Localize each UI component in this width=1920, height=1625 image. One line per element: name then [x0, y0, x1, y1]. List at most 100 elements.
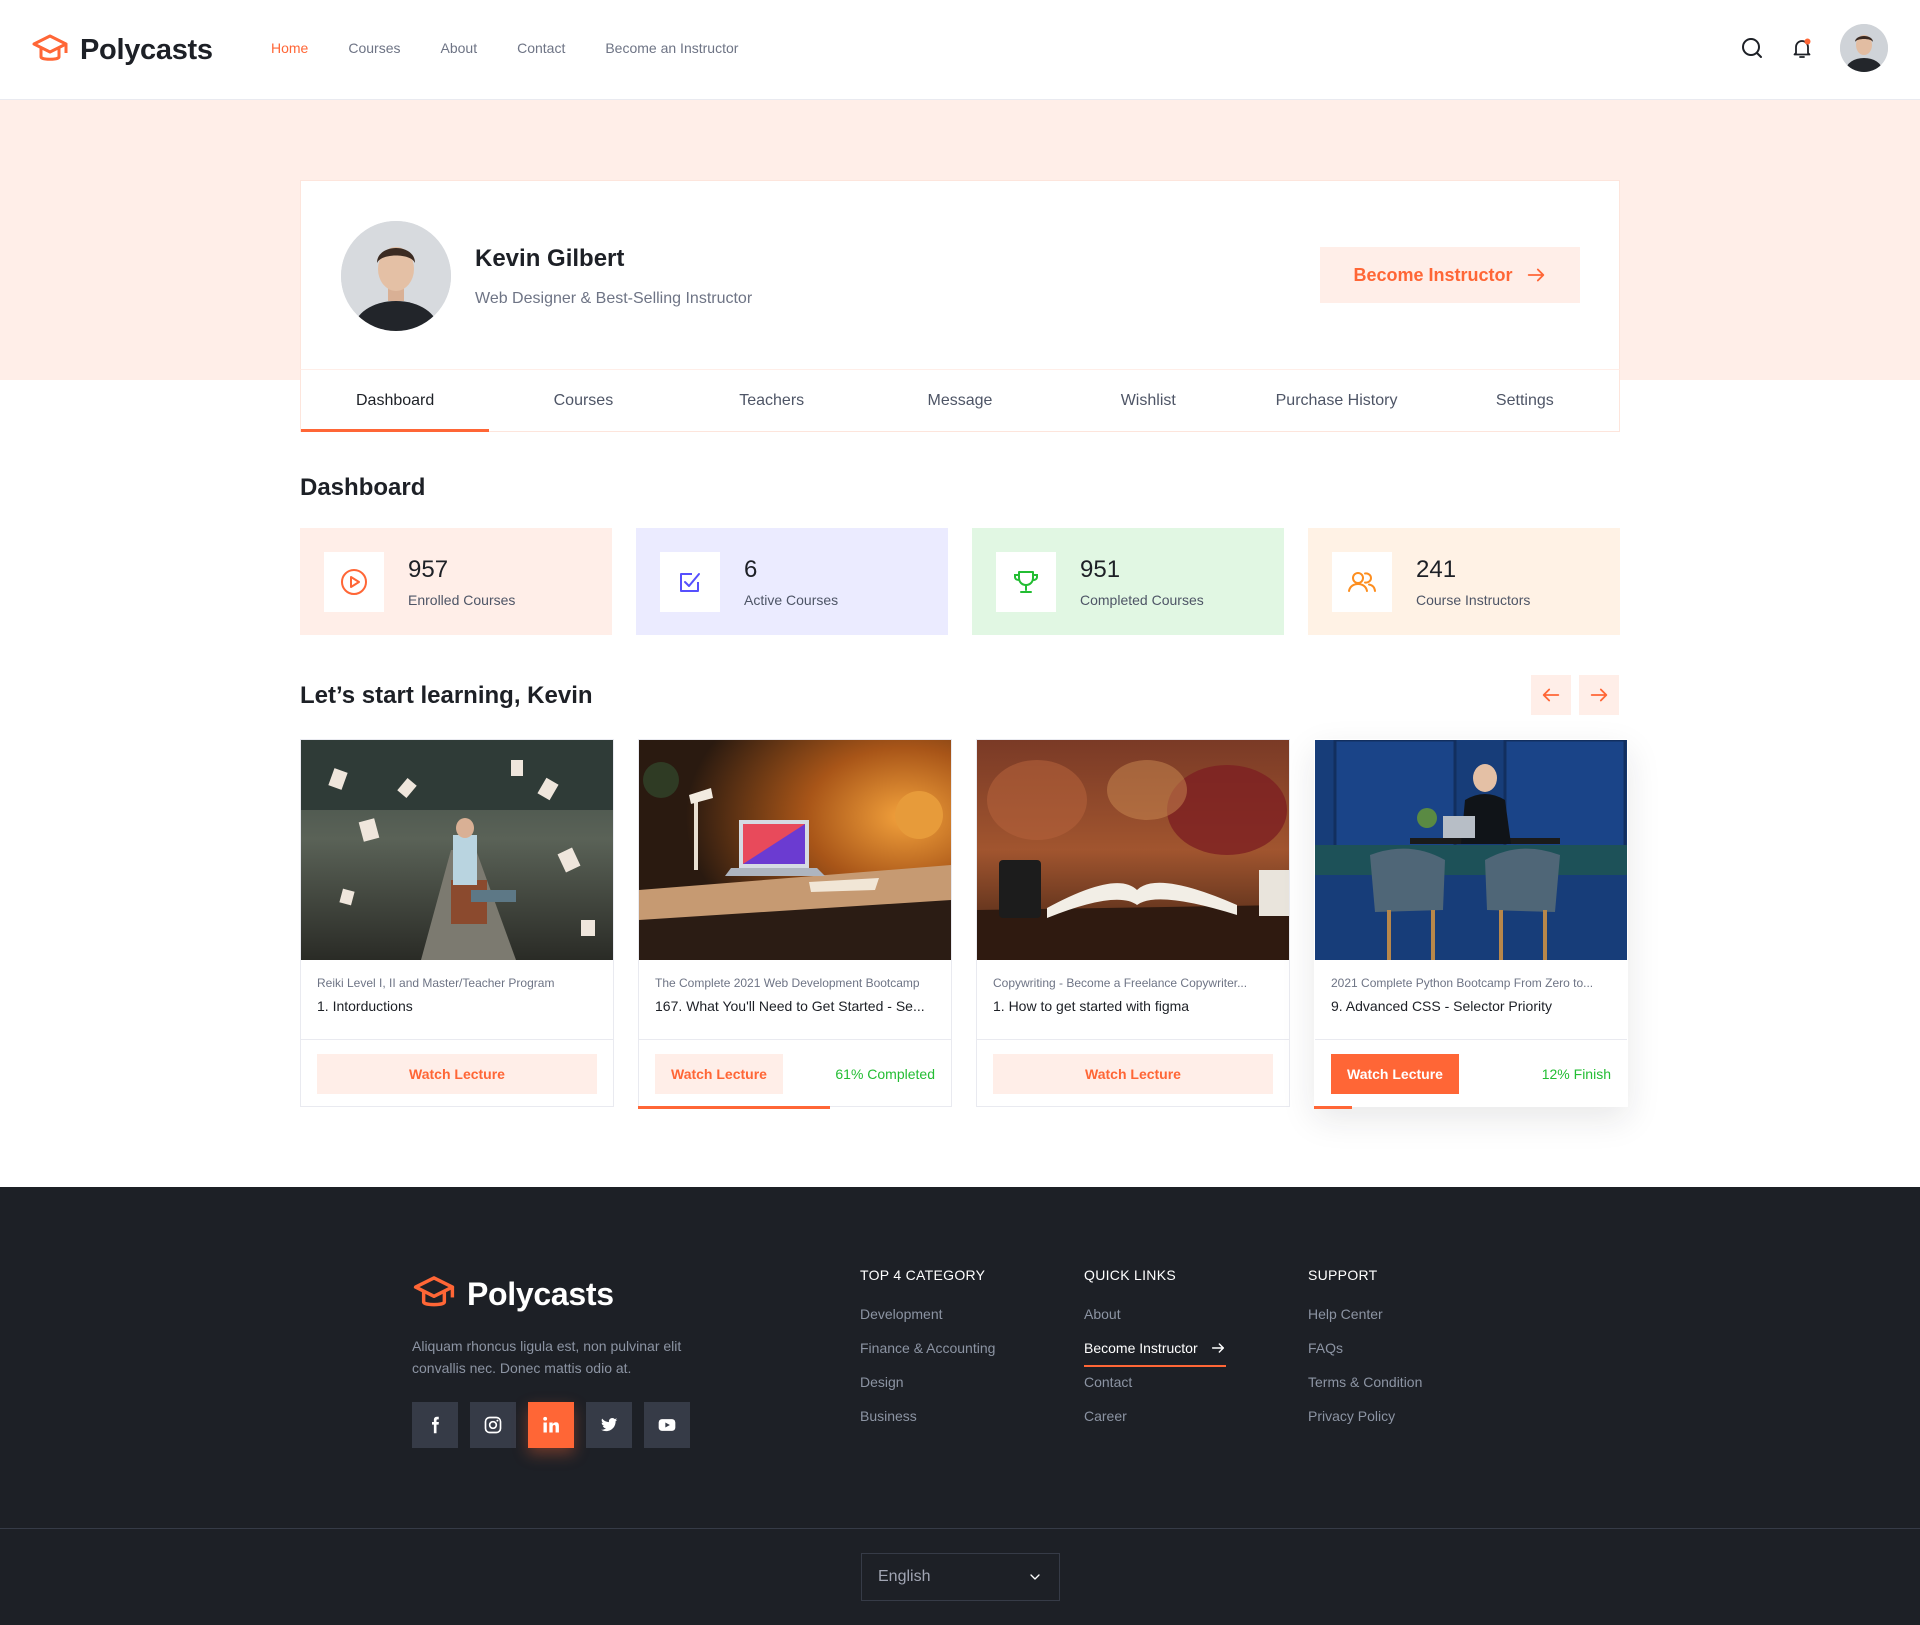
tab-purchase-history[interactable]: Purchase History — [1242, 370, 1430, 431]
lecture-title: 1. How to get started with figma — [993, 998, 1190, 1014]
stat-label: Active Courses — [744, 591, 839, 608]
twitter-icon — [599, 1415, 619, 1435]
stat-value: 951 — [1080, 555, 1121, 583]
tab-courses[interactable]: Courses — [489, 370, 677, 431]
stat-value: 957 — [408, 555, 449, 583]
trophy-icon — [996, 551, 1056, 612]
course-card: 2021 Complete Python Bootcamp From Zero … — [1314, 739, 1628, 1109]
footer-link[interactable]: About — [1084, 1305, 1226, 1339]
search-icon[interactable] — [1740, 36, 1764, 60]
brand-logo[interactable]: Polycasts — [30, 30, 213, 70]
profile-card: Kevin Gilbert Web Designer & Best-Sellin… — [300, 180, 1620, 370]
footer-column-categories: TOP 4 CATEGORY Development Finance & Acc… — [860, 1267, 995, 1441]
instagram-button[interactable] — [470, 1402, 516, 1448]
profile-title: Web Designer & Best-Selling Instructor — [475, 290, 753, 307]
footer-link[interactable]: Design — [860, 1373, 995, 1407]
footer-link[interactable]: Career — [1084, 1407, 1226, 1441]
course-name: The Complete 2021 Web Development Bootca… — [655, 976, 920, 990]
course-cards: Reiki Level I, II and Master/Teacher Pro… — [300, 739, 1628, 1109]
course-name: Reiki Level I, II and Master/Teacher Pro… — [317, 976, 555, 990]
header-actions — [1740, 24, 1888, 72]
stat-label: Course Instructors — [1416, 591, 1531, 608]
learning-title: Let’s start learning, Kevin — [300, 682, 593, 709]
users-icon — [1332, 551, 1392, 612]
social-links — [412, 1402, 690, 1448]
footer-link[interactable]: Help Center — [1308, 1305, 1422, 1339]
course-name: Copywriting - Become a Freelance Copywri… — [993, 976, 1248, 990]
stat-label: Completed Courses — [1080, 591, 1204, 608]
play-circle-icon — [324, 551, 384, 612]
footer-brand-name: Polycasts — [467, 1275, 614, 1312]
footer-link-become-instructor[interactable]: Become Instructor — [1084, 1339, 1226, 1373]
language-value: English — [878, 1568, 931, 1585]
stat-completed-courses: 951 Completed Courses — [972, 528, 1284, 635]
language-select[interactable]: English — [861, 1553, 1060, 1601]
linkedin-icon — [541, 1415, 561, 1435]
tab-wishlist[interactable]: Wishlist — [1054, 370, 1242, 431]
become-instructor-button[interactable]: Become Instructor — [1320, 247, 1580, 303]
progress-bar — [638, 1106, 830, 1109]
youtube-button[interactable] — [644, 1402, 690, 1448]
footer-column-support: SUPPORT Help Center FAQs Terms & Conditi… — [1308, 1267, 1422, 1441]
tab-message[interactable]: Message — [866, 370, 1054, 431]
carousel-controls — [1531, 675, 1619, 715]
course-thumbnail — [977, 740, 1289, 960]
footer-link[interactable]: Business — [860, 1407, 995, 1441]
bell-icon[interactable] — [1790, 36, 1814, 60]
arrow-right-icon — [1210, 1340, 1226, 1356]
stat-label: Enrolled Courses — [408, 591, 516, 608]
course-card: Copywriting - Become a Freelance Copywri… — [976, 739, 1290, 1107]
stat-active-courses: 6 Active Courses — [636, 528, 948, 635]
stats-row: 957 Enrolled Courses 6 Active Courses 95… — [300, 528, 1620, 635]
profile-tabs: Dashboard Courses Teachers Message Wishl… — [300, 369, 1620, 432]
watch-lecture-button[interactable]: Watch Lecture — [655, 1054, 783, 1094]
nav-courses[interactable]: Courses — [348, 40, 400, 56]
tab-teachers[interactable]: Teachers — [678, 370, 866, 431]
footer-column-title: TOP 4 CATEGORY — [860, 1267, 986, 1283]
linkedin-button[interactable] — [528, 1402, 574, 1448]
instagram-icon — [483, 1415, 503, 1435]
nav-contact[interactable]: Contact — [517, 40, 565, 56]
stat-enrolled-courses: 957 Enrolled Courses — [300, 528, 612, 635]
chevron-down-icon — [1027, 1569, 1043, 1585]
course-card: Reiki Level I, II and Master/Teacher Pro… — [300, 739, 614, 1107]
next-button[interactable] — [1579, 675, 1619, 715]
user-avatar[interactable] — [1840, 24, 1888, 72]
main-nav: Home Courses About Contact Become an Ins… — [271, 40, 738, 56]
check-square-icon — [660, 551, 720, 612]
brand-name: Polycasts — [80, 33, 213, 66]
nav-about[interactable]: About — [441, 40, 478, 56]
footer-link[interactable]: FAQs — [1308, 1339, 1422, 1373]
twitter-button[interactable] — [586, 1402, 632, 1448]
nav-home[interactable]: Home — [271, 40, 308, 56]
prev-button[interactable] — [1531, 675, 1571, 715]
footer-link[interactable]: Terms & Condition — [1308, 1373, 1422, 1407]
footer-link-label: Become Instructor — [1084, 1340, 1198, 1356]
footer-description: Aliquam rhoncus ligula est, non pulvinar… — [412, 1338, 682, 1376]
footer-column-title: SUPPORT — [1308, 1267, 1378, 1283]
watch-lecture-button[interactable]: Watch Lecture — [1331, 1054, 1459, 1094]
graduation-cap-icon — [30, 30, 70, 70]
course-thumbnail — [301, 740, 613, 960]
footer-column-title: QUICK LINKS — [1084, 1267, 1176, 1283]
watch-lecture-button[interactable]: Watch Lecture — [993, 1054, 1273, 1094]
footer-logo[interactable]: Polycasts — [411, 1271, 614, 1317]
facebook-button[interactable] — [412, 1402, 458, 1448]
footer-link[interactable]: Finance & Accounting — [860, 1339, 995, 1373]
lecture-title: 167. What You'll Need to Get Started - S… — [655, 998, 925, 1014]
stat-value: 241 — [1416, 555, 1457, 583]
tab-dashboard[interactable]: Dashboard — [301, 370, 490, 432]
become-instructor-label: Become Instructor — [1353, 264, 1513, 285]
footer-link[interactable]: Privacy Policy — [1308, 1407, 1422, 1441]
nav-become-instructor[interactable]: Become an Instructor — [605, 40, 738, 56]
watch-lecture-button[interactable]: Watch Lecture — [317, 1054, 597, 1094]
tab-settings[interactable]: Settings — [1431, 370, 1619, 431]
stat-course-instructors: 241 Course Instructors — [1308, 528, 1620, 635]
footer-divider — [0, 1528, 1920, 1529]
course-card: The Complete 2021 Web Development Bootca… — [638, 739, 952, 1109]
arrow-right-icon — [1588, 684, 1610, 706]
footer-link[interactable]: Development — [860, 1305, 995, 1339]
footer-link[interactable]: Contact — [1084, 1373, 1226, 1407]
profile-avatar — [341, 221, 451, 331]
youtube-icon — [657, 1415, 677, 1435]
